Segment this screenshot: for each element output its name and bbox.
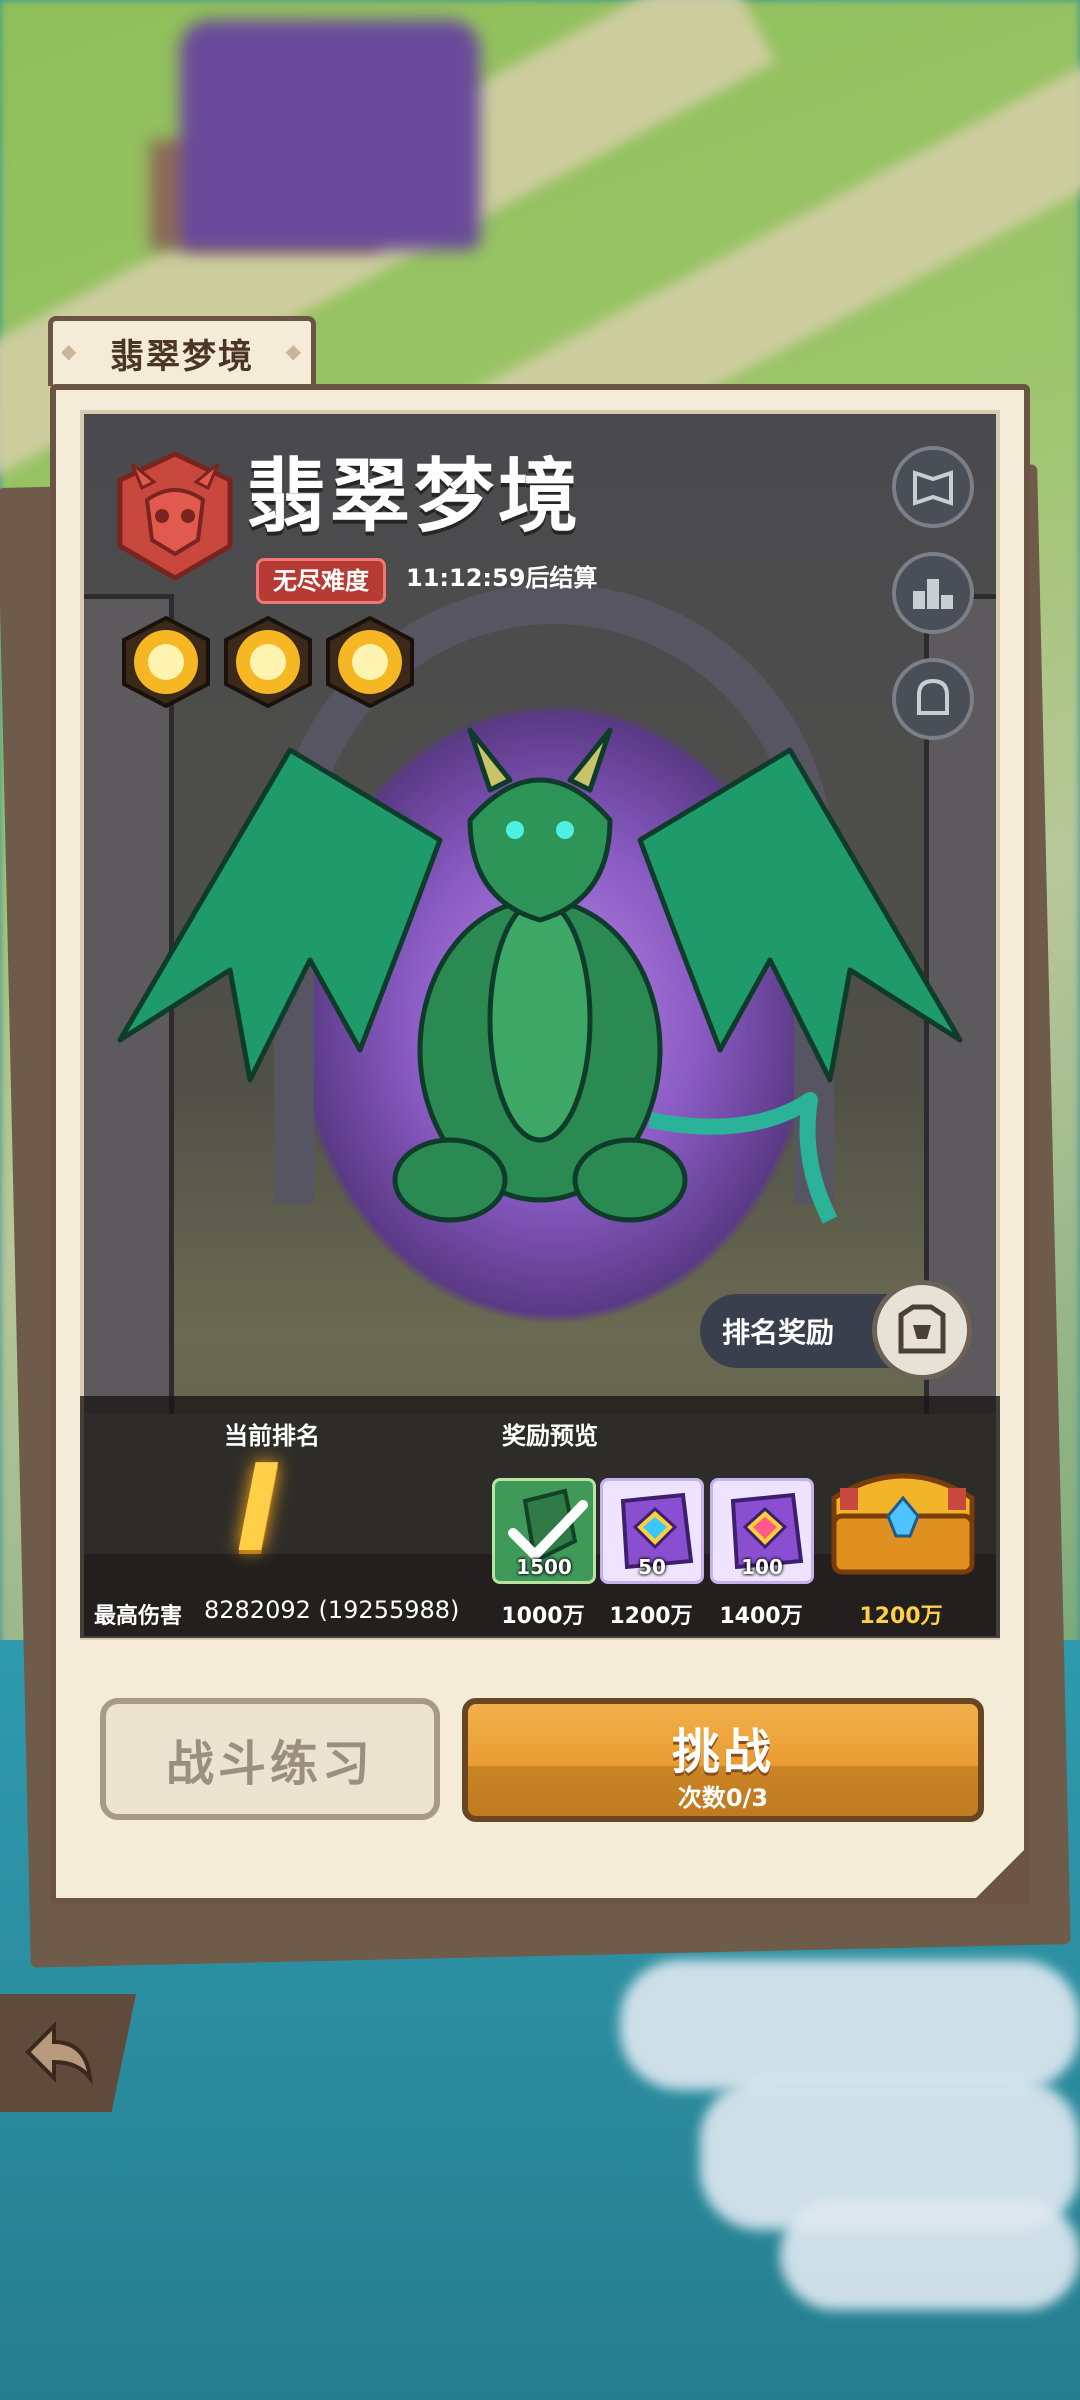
golden-treasure-chest-icon [831, 1473, 975, 1575]
reward-threshold: 1000万 [501, 1604, 585, 1629]
max-damage-value: 8282092 (19255988) [204, 1596, 460, 1624]
max-damage-label: 最高伤害 [94, 1604, 183, 1629]
emerald-dragon-boss [117, 727, 963, 1224]
reward-preview-label: 奖励预览 [502, 1422, 598, 1450]
monster-book-button[interactable] [892, 446, 974, 528]
challenge-count: 次数0/3 [677, 1784, 769, 1812]
reward-threshold: 1400万 [719, 1604, 803, 1629]
reward-item[interactable]: 50 [600, 1478, 704, 1584]
reward-item[interactable]: 100 [710, 1478, 814, 1584]
golden-orb-icon [326, 616, 414, 708]
monster-book-icon [913, 470, 953, 506]
trophy-frame-icon [898, 1304, 946, 1354]
rank-reward-label: 排名奖励 [722, 1316, 835, 1349]
reward-item[interactable] [820, 1458, 986, 1578]
difficulty-badge: 无尽难度 [256, 558, 386, 604]
helmet-profile-icon [917, 678, 949, 715]
boss-title: 翡翠梦境 [246, 450, 582, 543]
battle-practice-button[interactable]: 战斗练习 [100, 1698, 440, 1820]
leaderboard-button[interactable] [892, 552, 974, 634]
profile-button[interactable] [892, 658, 974, 740]
reward-qty: 1500 [516, 1555, 572, 1579]
golden-orb-icon [122, 616, 210, 708]
demon-skull-emblem-icon [117, 451, 233, 581]
golden-orb-icon [224, 616, 312, 708]
reward-qty: 100 [741, 1555, 783, 1579]
leaderboard-podium-icon [913, 579, 953, 609]
panel-tab-title: 翡翠梦境 [48, 316, 316, 386]
challenge-button[interactable]: 挑战 次数0/3 [462, 1698, 984, 1822]
reward-threshold: 1200万 [859, 1604, 943, 1629]
reward-item[interactable]: 1500 [492, 1478, 596, 1584]
settlement-timer: 11:12:59后结算 [406, 564, 598, 592]
challenge-label: 挑战 [671, 1724, 774, 1780]
reward-threshold: 1200万 [609, 1604, 693, 1629]
reward-qty: 50 [638, 1555, 666, 1579]
trophy-frame-button[interactable] [872, 1280, 972, 1380]
back-arrow-icon [25, 2021, 93, 2086]
current-rank-value: I [236, 1440, 281, 1579]
